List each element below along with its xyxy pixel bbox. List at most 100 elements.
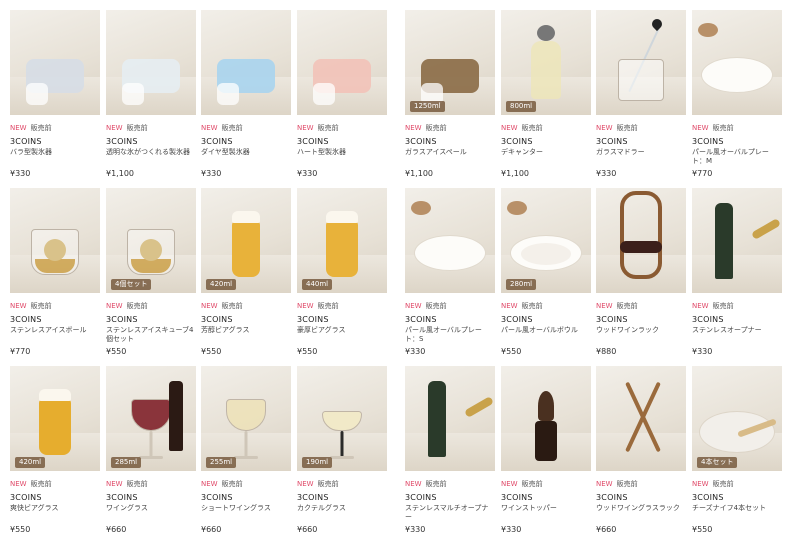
product-image[interactable]: 420ml xyxy=(201,188,291,293)
new-badge: NEW xyxy=(501,302,518,310)
brand-name: 3COINS xyxy=(10,315,42,324)
product-image[interactable] xyxy=(501,366,591,471)
product-card[interactable]: 420ml NEW 販売前 3COINS 爽快ビアグラス ¥550 xyxy=(10,366,100,544)
product-name[interactable]: ダイヤ型製氷器 xyxy=(201,148,291,166)
product-name[interactable]: ステンレスオープナー xyxy=(692,326,782,344)
product-card[interactable]: NEW 販売前 3COINS ステンレスオープナー ¥330 xyxy=(692,188,782,366)
product-name[interactable]: ウッドワインラック xyxy=(596,326,686,344)
status-label: 販売前 xyxy=(521,302,543,310)
product-card[interactable]: NEW 販売前 3COINS ハート型製氷器 ¥330 xyxy=(297,10,387,188)
product-image[interactable] xyxy=(405,366,495,471)
new-badge: NEW xyxy=(106,302,123,310)
product-name[interactable]: ステンレスマルチオープナー xyxy=(405,504,495,522)
product-card[interactable]: NEW 販売前 3COINS ステンレスマルチオープナー ¥330 xyxy=(405,366,495,544)
product-image[interactable]: 190ml xyxy=(297,366,387,471)
product-image[interactable]: 440ml xyxy=(297,188,387,293)
product-card[interactable]: 1250ml NEW 販売前 3COINS ガラスアイスペール ¥1,100 xyxy=(405,10,495,188)
product-image[interactable] xyxy=(596,10,686,115)
size-caption: 285ml xyxy=(111,457,142,468)
brand-name: 3COINS xyxy=(201,315,233,324)
product-card[interactable]: NEW 販売前 3COINS パール風オーバルプレート：S ¥330 xyxy=(405,188,495,366)
product-price: ¥1,100 xyxy=(405,169,433,178)
product-image[interactable] xyxy=(297,10,387,115)
status-label: 販売前 xyxy=(221,124,243,132)
product-image[interactable]: 1250ml xyxy=(405,10,495,115)
left-row-3: 420ml NEW 販売前 3COINS 爽快ビアグラス ¥550 285ml NEW 販売前 3… xyxy=(10,366,388,544)
product-card[interactable]: NEW 販売前 3COINS ガラスマドラー ¥330 xyxy=(596,10,686,188)
product-image[interactable] xyxy=(10,188,100,293)
product-name[interactable]: ショートワイングラス xyxy=(201,504,291,522)
brand-name: 3COINS xyxy=(201,137,233,146)
badge-row: NEW 販売前 xyxy=(297,124,387,133)
beer-body-shape xyxy=(232,221,260,277)
product-price: ¥880 xyxy=(596,347,617,356)
product-name[interactable]: デキャンター xyxy=(501,148,591,166)
ice-ball-shape xyxy=(140,239,162,261)
product-name[interactable]: ワインストッパー xyxy=(501,504,591,522)
product-card[interactable]: NEW 販売前 3COINS 透明な氷がつくれる製氷器 ¥1,100 xyxy=(106,10,196,188)
product-name[interactable]: 芳醇ビアグラス xyxy=(201,326,291,344)
product-card[interactable]: 190ml NEW 販売前 3COINS カクテルグラス ¥660 xyxy=(297,366,387,544)
product-card[interactable]: 4個セット NEW 販売前 3COINS ステンレスアイスキューブ4個セット ¥550 xyxy=(106,188,196,366)
size-caption: 255ml xyxy=(206,457,237,468)
status-label: 販売前 xyxy=(126,124,148,132)
product-name[interactable]: 透明な氷がつくれる製氷器 xyxy=(106,148,196,166)
product-card[interactable]: NEW 販売前 3COINS ウッドワイングラスラック ¥660 xyxy=(596,366,686,544)
product-image[interactable] xyxy=(596,366,686,471)
product-name[interactable]: パール風オーバルプレート：S xyxy=(405,326,495,344)
product-name[interactable]: カクテルグラス xyxy=(297,504,387,522)
product-image[interactable]: 255ml xyxy=(201,366,291,471)
product-image[interactable]: 4個セット xyxy=(106,188,196,293)
product-image[interactable] xyxy=(106,10,196,115)
product-image[interactable]: 4本セット xyxy=(692,366,782,471)
product-name[interactable]: ウッドワイングラスラック xyxy=(596,504,686,522)
product-card[interactable]: 440ml NEW 販売前 3COINS 豪厚ビアグラス ¥550 xyxy=(297,188,387,366)
bottle-shape xyxy=(714,203,733,279)
product-card[interactable]: 255ml NEW 販売前 3COINS ショートワイングラス ¥660 xyxy=(201,366,291,544)
product-image[interactable]: 800ml xyxy=(501,10,591,115)
product-image[interactable] xyxy=(596,188,686,293)
badge-row: NEW 販売前 xyxy=(596,302,686,311)
nuts-shape xyxy=(507,201,528,215)
product-name[interactable]: 爽快ビアグラス xyxy=(10,504,100,522)
product-name[interactable]: バラ型製氷器 xyxy=(10,148,100,166)
product-card[interactable]: NEW 販売前 3COINS ワインストッパー ¥330 xyxy=(501,366,591,544)
product-name[interactable]: ステンレスアイスキューブ4個セット xyxy=(106,326,196,344)
product-image[interactable] xyxy=(10,10,100,115)
product-image[interactable] xyxy=(405,188,495,293)
product-name[interactable]: ガラスアイスペール xyxy=(405,148,495,166)
product-card[interactable]: 280ml NEW 販売前 3COINS パール風オーバルボウル ¥550 xyxy=(501,188,591,366)
brand-name: 3COINS xyxy=(297,137,329,146)
product-card[interactable]: 420ml NEW 販売前 3COINS 芳醇ビアグラス ¥550 xyxy=(201,188,291,366)
product-card[interactable]: NEW 販売前 3COINS ステンレスアイスボール ¥770 xyxy=(10,188,100,366)
new-badge: NEW xyxy=(10,302,27,310)
product-name[interactable]: ステンレスアイスボール xyxy=(10,326,100,344)
product-card[interactable]: NEW 販売前 3COINS ウッドワインラック ¥880 xyxy=(596,188,686,366)
beer-foam-shape xyxy=(326,211,358,223)
product-image[interactable] xyxy=(692,10,782,115)
bowl-shape xyxy=(322,411,362,431)
brand-name: 3COINS xyxy=(501,137,533,146)
product-name[interactable]: ハート型製氷器 xyxy=(297,148,387,166)
product-card[interactable]: NEW 販売前 3COINS パール風オーバルプレート：M ¥770 xyxy=(692,10,782,188)
product-card[interactable]: 800ml NEW 販売前 3COINS デキャンター ¥1,100 xyxy=(501,10,591,188)
product-image[interactable] xyxy=(692,188,782,293)
product-image[interactable]: 280ml xyxy=(501,188,591,293)
product-name[interactable]: チーズナイフ4本セット xyxy=(692,504,782,522)
product-image[interactable]: 420ml xyxy=(10,366,100,471)
product-name[interactable]: ガラスマドラー xyxy=(596,148,686,166)
product-card[interactable]: NEW 販売前 3COINS ダイヤ型製氷器 ¥330 xyxy=(201,10,291,188)
product-name[interactable]: パール風オーバルプレート：M xyxy=(692,148,782,166)
new-badge: NEW xyxy=(405,124,422,132)
product-image[interactable] xyxy=(201,10,291,115)
product-price: ¥770 xyxy=(10,347,31,356)
product-name[interactable]: パール風オーバルボウル xyxy=(501,326,591,344)
product-price: ¥770 xyxy=(692,169,713,178)
product-card[interactable]: 285ml NEW 販売前 3COINS ワイングラス ¥660 xyxy=(106,366,196,544)
product-image[interactable]: 285ml xyxy=(106,366,196,471)
product-card[interactable]: 4本セット NEW 販売前 3COINS チーズナイフ4本セット ¥550 xyxy=(692,366,782,544)
product-name[interactable]: ワイングラス xyxy=(106,504,196,522)
product-name[interactable]: 豪厚ビアグラス xyxy=(297,326,387,344)
product-card[interactable]: NEW 販売前 3COINS バラ型製氷器 ¥330 xyxy=(10,10,100,188)
decanter-stopper-shape xyxy=(537,25,555,41)
